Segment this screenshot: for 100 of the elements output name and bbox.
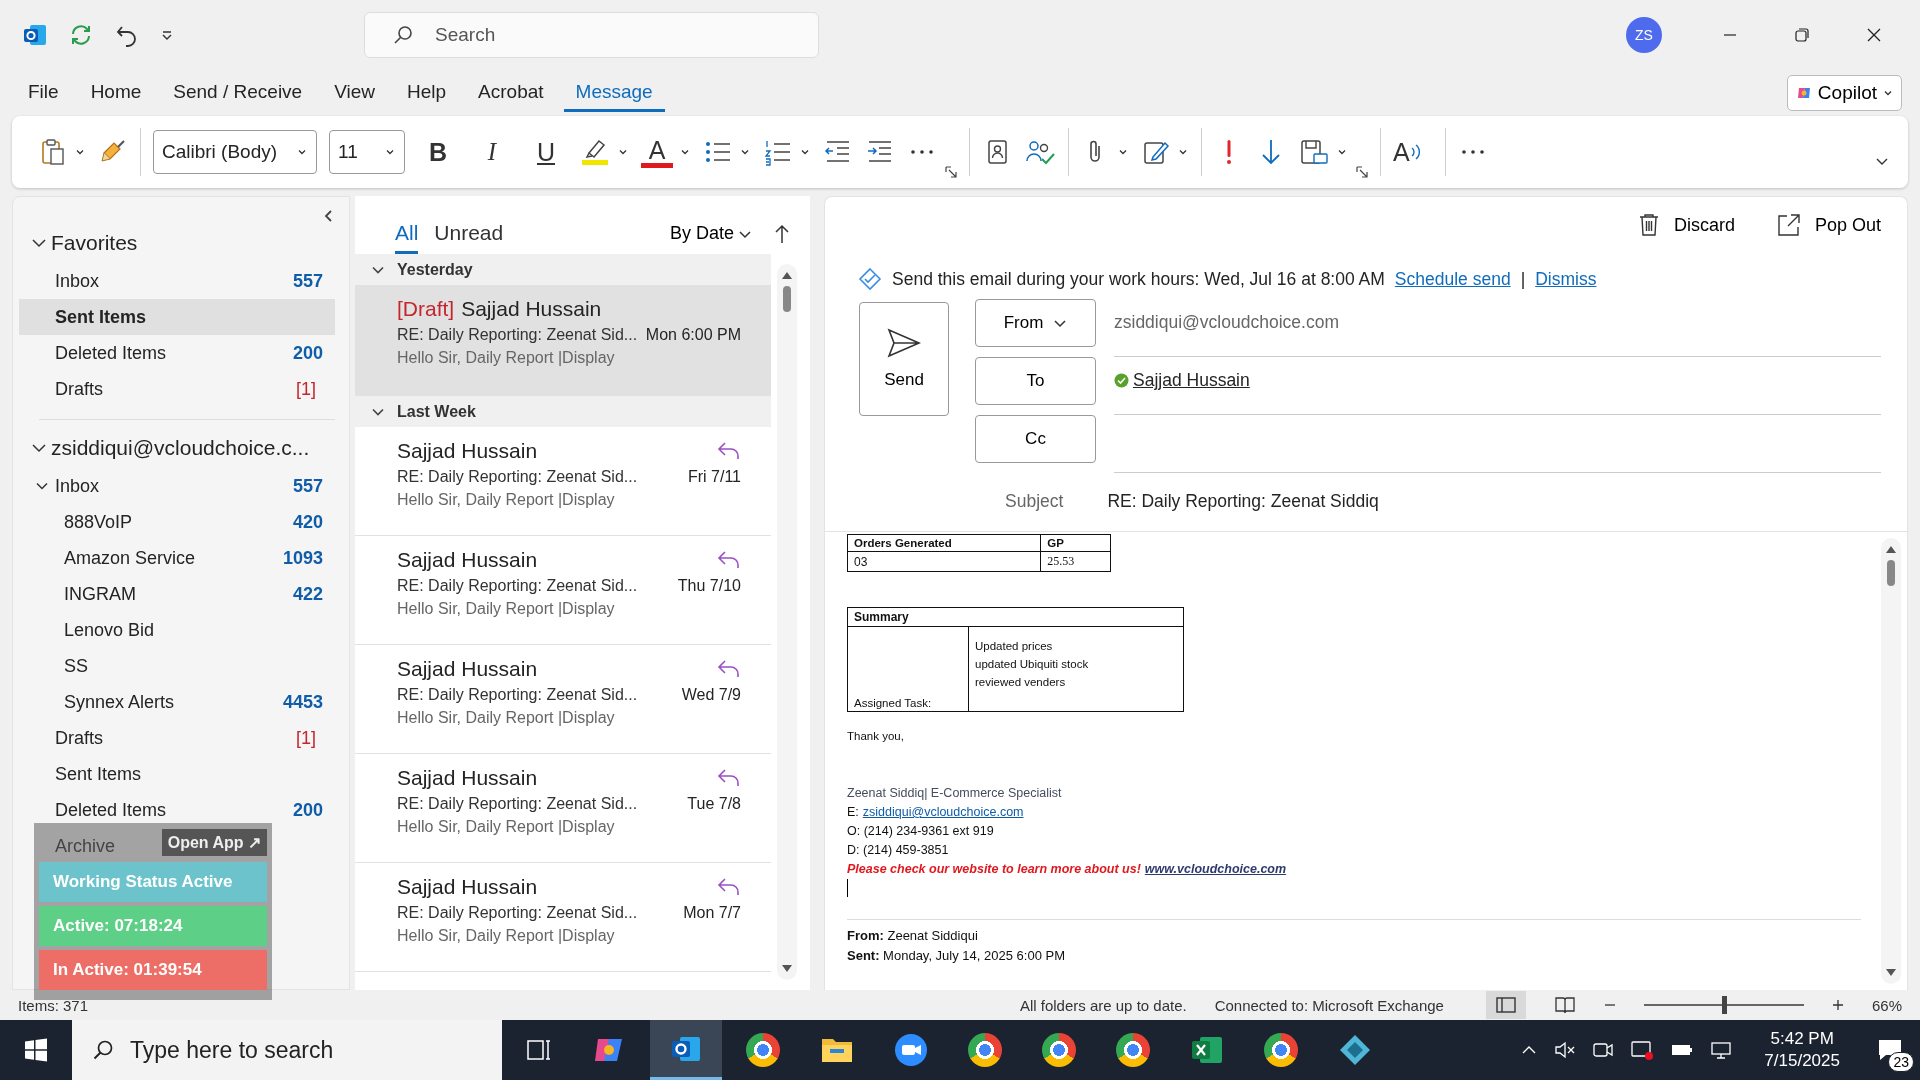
scrollbar[interactable]	[777, 264, 797, 980]
menu-tab[interactable]: File	[16, 74, 71, 112]
folder-item[interactable]: Lenovo Bid	[19, 612, 335, 648]
search-field[interactable]: Search	[364, 12, 819, 58]
folder-item[interactable]: Sent Items	[19, 756, 154, 792]
caret-icon	[1883, 88, 1893, 98]
muted-speaker-icon[interactable]	[1554, 1040, 1577, 1060]
spreadsheet-app-icon[interactable]	[1190, 1034, 1224, 1066]
account-header[interactable]: zsiddiqui@vcloudchoice.c...	[19, 428, 335, 468]
folder-item[interactable]: Deleted Items 200	[19, 792, 335, 828]
website-link[interactable]: www.vcloudchoice.com	[1144, 860, 1287, 879]
menu-tab[interactable]: Acrobat	[466, 74, 556, 112]
scroll-thumb[interactable]	[783, 286, 791, 312]
from-button[interactable]: From	[975, 299, 1096, 347]
zoom-thumb[interactable]	[1721, 996, 1727, 1014]
menu-tab[interactable]: Send / Receive	[161, 74, 315, 112]
outlook-app-icon[interactable]	[650, 1020, 722, 1080]
scroll-down-icon[interactable]	[1885, 968, 1897, 978]
menu-tab[interactable]: Message	[563, 74, 665, 112]
highlighter-icon[interactable]	[579, 137, 611, 167]
recipient-chip[interactable]: Sajjad Hussain	[1114, 370, 1250, 391]
screen-record-icon[interactable]	[1630, 1039, 1655, 1061]
dialog-launcher-icon[interactable]	[1356, 166, 1368, 178]
video-app-icon[interactable]	[894, 1033, 928, 1067]
folder-item[interactable]: Inbox 557	[19, 263, 335, 299]
zoom-in-icon[interactable]	[1831, 999, 1844, 1011]
clock-time[interactable]: 5:42 PM	[1770, 1028, 1834, 1050]
task-view-icon[interactable]	[526, 1037, 552, 1063]
send-button[interactable]: Send	[859, 302, 949, 416]
cc-button[interactable]: Cc	[975, 415, 1096, 463]
copilot-button[interactable]: Copilot	[1786, 75, 1902, 111]
filter-tab[interactable]: Unread	[434, 215, 504, 254]
collapse-pane-icon[interactable]	[323, 209, 335, 223]
normal-view-icon[interactable]	[1485, 991, 1526, 1019]
to-button[interactable]: To	[975, 357, 1096, 405]
sort-button[interactable]: By Date	[663, 222, 758, 254]
scroll-thumb[interactable]	[1887, 560, 1895, 586]
message-item[interactable]: Sajjad Hussain RE: Daily Reporting: Zeenat Sid... Tue 7/8 Hello Sir, Daily Report |Display	[355, 754, 771, 863]
restore-icon[interactable]	[1794, 27, 1810, 43]
start-icon[interactable]	[24, 1038, 48, 1062]
avatar[interactable]: ZS	[1626, 17, 1662, 53]
group-header[interactable]: Yesterday	[355, 254, 771, 285]
close-icon[interactable]	[1866, 27, 1882, 43]
scroll-up-icon[interactable]	[781, 270, 793, 280]
font-color-button[interactable]: A	[641, 136, 673, 168]
message-item[interactable]: [Draft] Sajjad Hussain RE: Daily Reporting: Zeenat Sid... Mon 6:00 PM Hello Sir, Daily Report |Display	[355, 285, 771, 396]
folder-item[interactable]: Inbox 557	[19, 468, 335, 504]
tags-icon[interactable]	[1298, 137, 1330, 167]
message-item[interactable]: Sajjad Hussain RE: Daily Reporting: Zeenat Sid... Fri 7/11 Hello Sir, Daily Report |Display	[355, 427, 771, 536]
scrollbar[interactable]	[1881, 538, 1901, 984]
browser-icon[interactable]	[968, 1033, 1002, 1067]
menu-tab[interactable]: View	[322, 74, 387, 112]
menu-tab[interactable]: Help	[395, 74, 459, 112]
folder-item[interactable]: SS	[19, 648, 335, 684]
sender-name: Sajjad Hussain	[397, 875, 538, 899]
diamond-app-icon[interactable]	[1338, 1033, 1372, 1067]
discard-button[interactable]: Discard	[1631, 212, 1741, 238]
browser-icon[interactable]	[1042, 1033, 1076, 1067]
menu-tab[interactable]: Home	[78, 74, 154, 112]
camera-icon[interactable]	[1592, 1040, 1615, 1060]
direct-phone: D: (214) 459-3851	[847, 842, 950, 859]
dismiss-link[interactable]: Dismiss	[1535, 268, 1597, 290]
folder-item[interactable]: Archive	[19, 828, 128, 864]
message-item[interactable]: Sajjad Hussain RE: Daily Reporting: Zeenat Sid... Thu 7/10 Hello Sir, Daily Report |Display	[355, 536, 771, 645]
read-aloud-button[interactable]: A	[1393, 137, 1433, 167]
caret-icon[interactable]	[160, 28, 174, 42]
folder-item[interactable]: Synnex Alerts 4453	[19, 684, 335, 720]
font-size-dropdown[interactable]: 11	[329, 130, 405, 174]
message-item[interactable]: Sajjad Hussain RE: Daily Reporting: Zeenat Sid... Wed 7/9 Hello Sir, Daily Report |Display	[355, 645, 771, 754]
scroll-up-icon[interactable]	[1885, 544, 1897, 554]
folder-item[interactable]: Amazon Service 1093	[19, 540, 335, 576]
scroll-down-icon[interactable]	[781, 964, 793, 974]
folder-item[interactable]: Drafts [1]	[19, 371, 335, 407]
browser-icon[interactable]	[1116, 1033, 1150, 1067]
folder-item[interactable]: Sent Items	[19, 299, 335, 335]
underline-button[interactable]: U	[525, 137, 567, 167]
taskbar-search-field[interactable]: Type here to search	[72, 1020, 502, 1080]
browser-icon[interactable]	[746, 1033, 780, 1067]
schedule-send-link[interactable]: Schedule send	[1394, 268, 1511, 290]
to-field[interactable]: Sajjad Hussain	[1114, 357, 1881, 415]
group-header[interactable]: Last Week	[355, 396, 771, 427]
sort-direction-icon[interactable]	[774, 224, 790, 244]
message-subject: RE: Daily Reporting: Zeenat Sid...	[397, 686, 638, 704]
subject-field[interactable]: RE: Daily Reporting: Zeenat Siddiq	[1107, 490, 1379, 512]
pop-out-button[interactable]: Pop Out	[1770, 212, 1887, 238]
italic-button[interactable]: I	[471, 138, 513, 166]
open-app-button[interactable]: Open App ↗	[161, 829, 267, 856]
reading-view-icon[interactable]	[1553, 995, 1576, 1015]
font-dropdown[interactable]: Calibri (Body)	[153, 130, 317, 174]
message-item[interactable]: Sajjad Hussain RE: Daily Reporting: Zeenat Sid... Mon 7/7 Hello Sir, Daily Report |Display	[355, 863, 771, 972]
email-link[interactable]: zsiddiqui@vcloudchoice.com	[862, 803, 1024, 822]
folder-item[interactable]: Deleted Items 200	[19, 335, 335, 371]
bold-button[interactable]: B	[417, 137, 459, 167]
dialog-launcher-icon[interactable]	[945, 166, 957, 178]
clock-date[interactable]: 7/15/2025	[1764, 1050, 1840, 1072]
favorites-header[interactable]: Favorites	[19, 223, 335, 263]
browser-icon[interactable]	[1264, 1033, 1298, 1067]
folder-item[interactable]: INGRAM 422	[19, 576, 335, 612]
folder-item[interactable]: Drafts [1]	[19, 720, 335, 756]
folder-item[interactable]: 888VoIP 420	[19, 504, 335, 540]
